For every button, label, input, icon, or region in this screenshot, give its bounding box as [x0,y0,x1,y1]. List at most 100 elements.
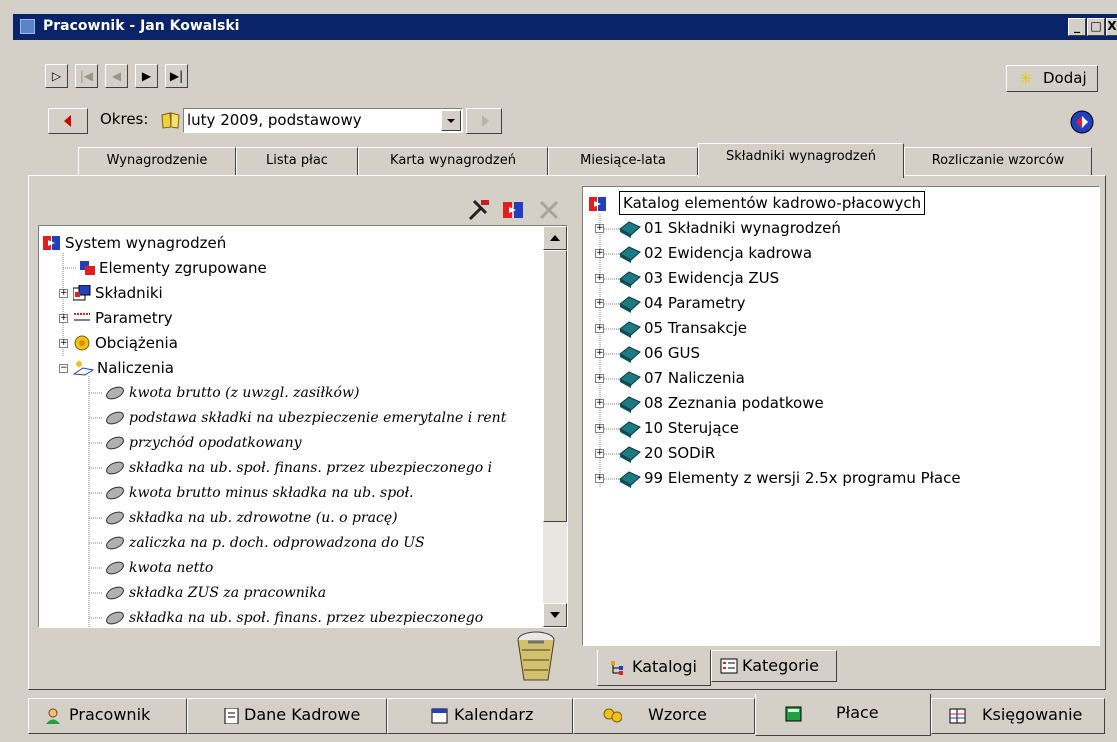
catalog-item-label: 08 Zeznania podatkowe [644,394,824,412]
scroll-up-button[interactable] [543,226,567,250]
recycle-bin-icon[interactable] [512,630,560,684]
pill-icon [105,585,124,601]
expand-icon[interactable]: + [59,314,68,323]
pill-icon [105,510,124,526]
expand-icon[interactable]: + [595,449,604,458]
tree-item-label: kwota brutto minus składka na ub. społ. [129,485,414,501]
employee-icon [46,708,60,724]
expand-icon[interactable]: + [595,324,604,333]
prev-record-button[interactable]: ◀ [105,64,128,88]
pill-icon [105,410,124,426]
tab-lista-plac[interactable]: Lista płac [236,147,358,175]
add-button[interactable]: ✳ Dodaj [1006,65,1098,92]
accounting-icon [949,708,966,724]
bottom-tab-accounting[interactable]: Księgowanie [931,698,1105,734]
collapse-icon[interactable]: − [59,364,68,373]
catalog-item-label: 20 SODiR [644,444,716,462]
tree-group-charges[interactable]: Obciążenia [95,331,178,356]
delete-icon[interactable] [536,197,562,223]
pill-icon [105,435,124,451]
next-period-button[interactable] [466,108,502,134]
catalog-link-icon[interactable] [500,197,526,223]
close-button[interactable]: X [1106,18,1117,36]
tab-skladniki-wynagrodzen[interactable]: Składniki wynagrodzeń [698,143,904,178]
sun-star-icon: ✳ [1019,69,1033,88]
system-tree[interactable]: System wynagrodzeń Elementy zgrupowane +… [38,225,568,628]
period-dropdown-button[interactable] [441,110,461,131]
bottom-tab-calendar[interactable]: Kalendarz [387,698,573,734]
tools-icon[interactable] [466,197,492,223]
tree-root-label[interactable]: System wynagrodzeń [65,231,226,256]
maximize-button[interactable]: □ [1087,18,1105,36]
expand-icon[interactable]: + [595,349,604,358]
book-icon [619,320,641,338]
calculator-icon [785,706,802,722]
period-select[interactable]: luty 2009, podstawowy [183,108,463,133]
prev-period-button[interactable] [48,108,88,134]
tab-miesiace-lata[interactable]: Miesiące-lata [548,147,698,175]
book-icon [619,245,641,263]
tab-catalogs[interactable]: Katalogi [597,650,711,686]
period-book-icon [160,110,182,130]
tree-group-parameters[interactable]: Parametry [95,306,173,331]
tree-group-grouped[interactable]: Elementy zgrupowane [99,256,267,281]
tree-group-components[interactable]: Składniki [95,281,163,306]
expand-icon[interactable]: + [595,299,604,308]
tab-catalogs-label: Katalogi [632,657,697,676]
pill-icon [105,385,124,401]
pill-icon [105,560,124,576]
bottom-tab-personnel-data[interactable]: Dane Kadrowe [187,698,387,734]
expand-icon[interactable]: + [595,224,604,233]
expand-icon[interactable]: + [59,339,68,348]
expand-icon[interactable]: + [595,399,604,408]
calendar-icon [431,708,448,724]
tab-categories[interactable]: Kategorie [711,650,837,682]
pill-icon [105,535,124,551]
catalog-item-label: 04 Parametry [644,294,746,312]
minimize-button[interactable]: _ [1068,18,1086,36]
expand-icon[interactable]: + [595,274,604,283]
bottom-tab-label: Pracownik [69,705,151,724]
catalog-item-label: 06 GUS [644,344,700,362]
next-record-button[interactable]: ▶ [135,64,158,88]
first-record-button[interactable]: |◀ [75,64,98,88]
last-record-button[interactable]: ▶| [165,64,188,88]
catalog-tree-icon [611,661,623,675]
tab-wynagrodzenie[interactable]: Wynagrodzenie [78,147,236,175]
navigator-globe-button[interactable] [1068,108,1096,136]
book-icon [619,220,641,238]
catalog-item-label: 01 Składniki wynagrodzeń [644,219,841,237]
tree-group-calculations[interactable]: Naliczenia [97,356,174,381]
expand-icon[interactable]: + [59,289,68,298]
new-record-button[interactable]: ▷ [45,64,68,88]
catalog-item-label: 03 Ewidencja ZUS [644,269,780,287]
calculations-icon [72,360,95,376]
book-icon [619,370,641,388]
scroll-thumb[interactable] [543,250,567,522]
right-arrow-icon [482,115,489,127]
app-icon [20,19,35,34]
bottom-tab-label: Wzorce [648,705,707,724]
tab-rozliczanie-wzorcow[interactable]: Rozliczanie wzorców [904,147,1092,175]
arrow-up-icon [550,235,560,241]
templates-icon [603,708,622,723]
bottom-tab-payroll[interactable]: Płace [755,694,931,736]
catalog-item-label: 05 Transakcje [644,319,748,337]
tab-karta-wynagrodzen[interactable]: Karta wynagrodzeń [358,147,548,175]
scroll-down-button[interactable] [543,603,567,627]
navigator-icon [1070,110,1094,134]
expand-icon[interactable]: + [595,424,604,433]
catalog-root-label[interactable]: Katalog elementów kadrowo-płacowych [619,191,926,215]
expand-icon[interactable]: + [595,249,604,258]
book-icon [619,295,641,313]
expand-icon[interactable]: + [595,374,604,383]
bottom-tab-templates[interactable]: Wzorce [573,698,755,734]
tree-item-label: zaliczka na p. doch. odprowadzona do US [129,535,425,551]
tree-item-label: składka na ub. zdrowotne (u. o pracę) [129,510,398,526]
vertical-scrollbar[interactable] [543,226,567,627]
expand-icon[interactable]: + [595,474,604,483]
bottom-tab-employee[interactable]: Pracownik [28,698,187,734]
pill-icon [105,610,124,626]
chevron-down-icon [447,119,455,123]
charges-icon [73,335,91,351]
